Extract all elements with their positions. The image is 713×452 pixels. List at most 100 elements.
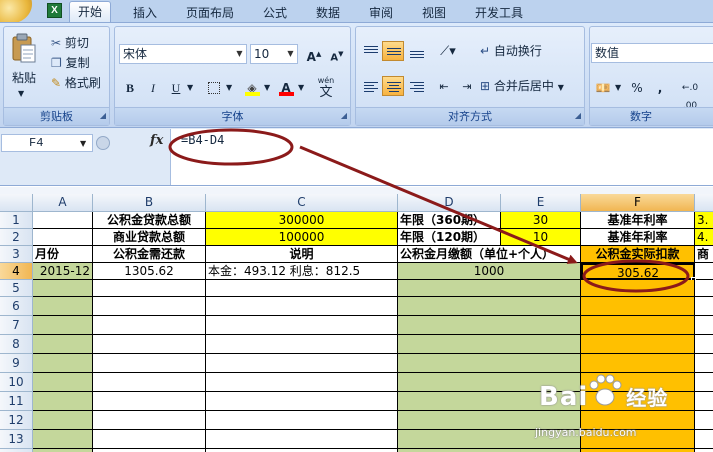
cell-c1[interactable]: 300000	[206, 212, 398, 229]
cell-b9[interactable]	[93, 354, 206, 373]
column-header-a[interactable]: A	[33, 194, 93, 212]
percent-button[interactable]: %	[626, 78, 648, 98]
cell-f8[interactable]	[581, 335, 695, 354]
currency-dropdown-icon[interactable]: ▼	[615, 79, 621, 97]
format-painter-button[interactable]: ✎ 格式刷	[51, 74, 101, 92]
cell-g3[interactable]: 商	[695, 246, 713, 263]
phonetic-button[interactable]: wén 文	[311, 74, 341, 102]
cell-c7[interactable]	[206, 316, 398, 335]
cell-g8[interactable]	[695, 335, 713, 354]
cell-d5[interactable]	[398, 280, 581, 297]
tab-review[interactable]: 审阅	[360, 4, 402, 22]
increase-indent-button[interactable]: ⇥	[456, 76, 478, 96]
cell-f6[interactable]	[581, 297, 695, 316]
select-all-corner[interactable]	[0, 194, 33, 212]
office-button[interactable]	[0, 0, 32, 24]
tab-formulas[interactable]: 公式	[254, 4, 296, 22]
cell-f7[interactable]	[581, 316, 695, 335]
cell-a2[interactable]	[33, 229, 93, 246]
column-header-d[interactable]: D	[398, 194, 501, 212]
row-header-8[interactable]: 8	[0, 335, 33, 354]
cell-a3[interactable]: 月份	[33, 246, 93, 263]
cell-g4[interactable]	[695, 263, 713, 280]
borders-dropdown-icon[interactable]: ▼	[226, 79, 232, 97]
chevron-down-icon[interactable]: ▼	[284, 45, 297, 63]
cell-b7[interactable]	[93, 316, 206, 335]
align-left-button[interactable]	[359, 76, 381, 96]
cell-c12[interactable]	[206, 411, 398, 430]
underline-button[interactable]: U	[165, 78, 187, 98]
cell-b13[interactable]	[93, 430, 206, 449]
cell-g6[interactable]	[695, 297, 713, 316]
excel-icon[interactable]: X	[47, 3, 62, 18]
align-center-button[interactable]	[382, 76, 404, 96]
cell-c6[interactable]	[206, 297, 398, 316]
column-header-f[interactable]: F	[581, 194, 695, 212]
column-header-e[interactable]: E	[501, 194, 581, 212]
cell-g5[interactable]	[695, 280, 713, 297]
align-right-button[interactable]	[405, 76, 427, 96]
align-middle-button[interactable]	[382, 41, 404, 61]
tab-data[interactable]: 数据	[307, 4, 349, 22]
cell-e2[interactable]: 10	[501, 229, 581, 246]
cell-d7[interactable]	[398, 316, 581, 335]
cell-a4[interactable]: 2015-12	[33, 263, 93, 280]
borders-button[interactable]	[203, 78, 225, 98]
cell-b4[interactable]: 1305.62	[93, 263, 206, 280]
row-header-11[interactable]: 11	[0, 392, 33, 411]
cell-f2[interactable]: 基准年利率	[581, 229, 695, 246]
tab-home[interactable]: 开始	[69, 1, 111, 23]
align-top-button[interactable]	[359, 41, 381, 61]
shrink-font-button[interactable]: A▼	[326, 44, 348, 64]
fill-color-button[interactable]: ◈	[241, 78, 263, 98]
comma-button[interactable]: ,	[649, 78, 671, 98]
cell-g9[interactable]	[695, 354, 713, 373]
row-header-12[interactable]: 12	[0, 411, 33, 430]
fill-color-dropdown-icon[interactable]: ▼	[264, 79, 270, 97]
orientation-button[interactable]: ⟋▾	[433, 41, 463, 61]
row-header-2[interactable]: 2	[0, 229, 33, 246]
merge-center-button[interactable]: ⊞ 合并后居中 ▼	[480, 77, 564, 97]
cell-f3[interactable]: 公积金实际扣款	[581, 246, 695, 263]
cell-c3[interactable]: 说明	[206, 246, 398, 263]
column-header-b[interactable]: B	[93, 194, 206, 212]
cell-c8[interactable]	[206, 335, 398, 354]
cell-a8[interactable]	[33, 335, 93, 354]
chevron-down-icon[interactable]: ▼	[558, 83, 564, 92]
clipboard-launcher-icon[interactable]: ◢	[100, 111, 106, 121]
cell-d8[interactable]	[398, 335, 581, 354]
fx-icon[interactable]: fx	[150, 133, 163, 148]
wrap-text-button[interactable]: ↵ 自动换行	[480, 42, 542, 60]
row-header-6[interactable]: 6	[0, 297, 33, 316]
cell-c2[interactable]: 100000	[206, 229, 398, 246]
tab-insert[interactable]: 插入	[124, 4, 166, 22]
cell-b12[interactable]	[93, 411, 206, 430]
cell-e1[interactable]: 30	[501, 212, 581, 229]
cell-a13[interactable]	[33, 430, 93, 449]
column-header-c[interactable]: C	[206, 194, 398, 212]
cell-c10[interactable]	[206, 373, 398, 392]
formula-input[interactable]: =B4-D4	[170, 129, 713, 185]
decrease-indent-button[interactable]: ⇤	[433, 76, 455, 96]
cell-f5[interactable]	[581, 280, 695, 297]
increase-decimal-button[interactable]: ←.0 .00	[674, 78, 706, 111]
cell-c4[interactable]: 本金：493.12 利息：812.5	[206, 263, 398, 280]
row-header-9[interactable]: 9	[0, 354, 33, 373]
font-name-combo[interactable]: 宋体 ▼	[119, 44, 247, 64]
cut-button[interactable]: ✂ 剪切	[51, 34, 89, 52]
bold-button[interactable]: B	[119, 78, 141, 98]
cell-b5[interactable]	[93, 280, 206, 297]
cell-g1[interactable]: 3.	[695, 212, 713, 229]
cell-b11[interactable]	[93, 392, 206, 411]
cell-b3[interactable]: 公积金需还款	[93, 246, 206, 263]
cell-a10[interactable]	[33, 373, 93, 392]
row-header-7[interactable]: 7	[0, 316, 33, 335]
name-box-dropdown-icon[interactable]: ▼	[80, 139, 86, 148]
cell-c9[interactable]	[206, 354, 398, 373]
cell-b8[interactable]	[93, 335, 206, 354]
cell-f1[interactable]: 基准年利率	[581, 212, 695, 229]
cell-d2[interactable]: 年限（120期）	[398, 229, 501, 246]
cell-g7[interactable]	[695, 316, 713, 335]
italic-button[interactable]: I	[142, 78, 164, 98]
cell-d4[interactable]: 1000	[398, 263, 581, 280]
